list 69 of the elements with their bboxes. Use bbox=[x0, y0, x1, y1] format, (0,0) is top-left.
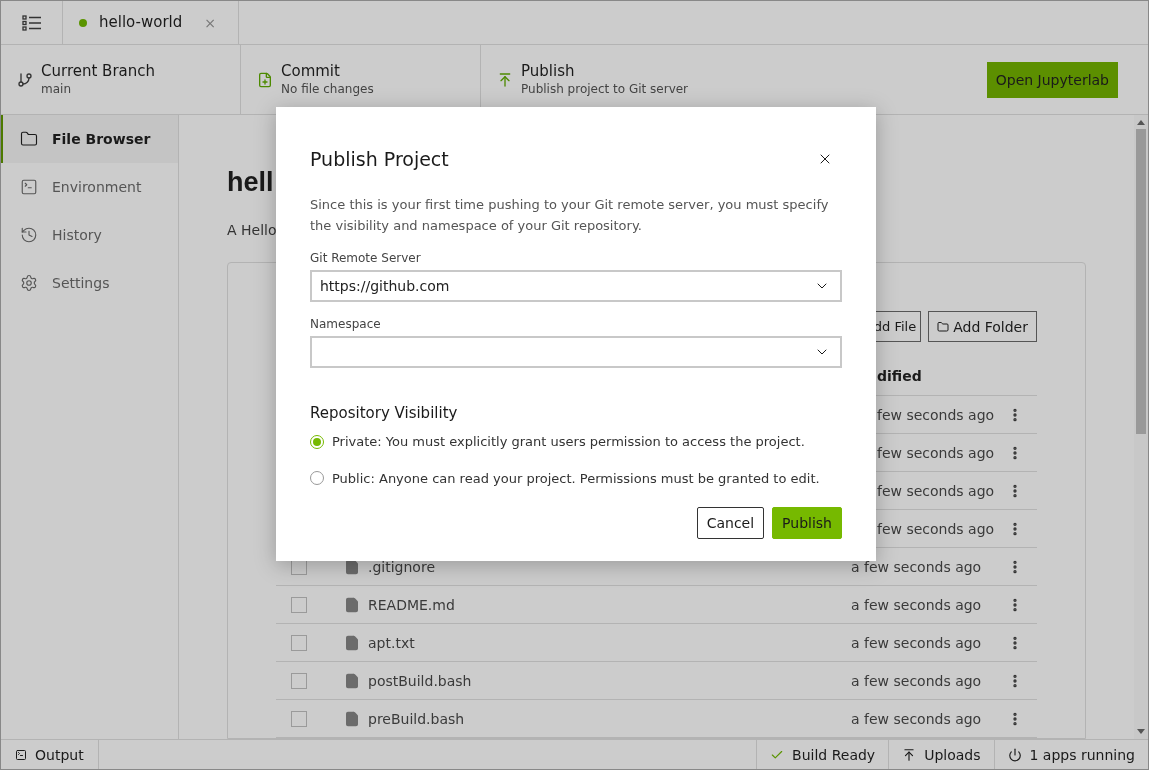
terminal-icon bbox=[15, 748, 27, 761]
status-item[interactable]: 1 apps running bbox=[993, 740, 1148, 769]
checkbox[interactable] bbox=[291, 634, 307, 651]
tab-label: hello-world bbox=[99, 12, 183, 34]
folder-icon bbox=[937, 320, 950, 333]
section-title[interactable]: Current Branch bbox=[41, 62, 156, 81]
upload-icon bbox=[497, 71, 513, 88]
select-field[interactable] bbox=[310, 335, 842, 368]
file-icon bbox=[344, 710, 360, 727]
scroll-up-icon bbox=[1137, 119, 1145, 125]
modified-time: few seconds ago bbox=[877, 406, 995, 423]
file-name[interactable]: apt.txt bbox=[368, 632, 415, 653]
dialog-description: Since this is your first time pushing to your Git remote server, you must specify the visibility and namespace of your Git repository. bbox=[310, 195, 830, 235]
checkbox[interactable] bbox=[291, 710, 307, 727]
list-icon bbox=[21, 14, 42, 31]
section-title[interactable]: Commit bbox=[281, 62, 374, 81]
upload-icon bbox=[902, 747, 917, 762]
section-heading: Repository Visibility bbox=[310, 402, 459, 424]
file-icon bbox=[344, 596, 360, 613]
add-folder-button[interactable]: Add Folder bbox=[928, 311, 1037, 342]
project-title: hell bbox=[227, 166, 274, 199]
sidebar-item[interactable]: Settings bbox=[1, 259, 178, 307]
folder-icon bbox=[20, 130, 38, 148]
sidebar-item[interactable]: File Browser bbox=[1, 115, 178, 163]
scrollbar[interactable] bbox=[1134, 115, 1148, 739]
field-label: Namespace bbox=[310, 315, 382, 332]
column-header: dified bbox=[877, 366, 922, 386]
radio-label: Public: Anyone can read your project. Permissions must be granted to edit. bbox=[332, 469, 820, 488]
modified-time: a few seconds ago bbox=[851, 710, 982, 727]
settings-icon bbox=[20, 274, 38, 292]
modified-time: few seconds ago bbox=[877, 444, 995, 461]
modified-time: a few seconds ago bbox=[851, 596, 982, 613]
file-icon bbox=[344, 634, 360, 651]
modified-time: a few seconds ago bbox=[851, 634, 982, 651]
file-name[interactable]: README.md bbox=[368, 594, 455, 615]
sidebar-item[interactable]: Environment bbox=[1, 163, 178, 211]
power-icon bbox=[1007, 747, 1022, 762]
branch-icon bbox=[17, 71, 33, 88]
select-field[interactable]: https://github.com bbox=[310, 269, 842, 302]
field-label: Git Remote Server bbox=[310, 249, 422, 266]
modified-time: a few seconds ago bbox=[851, 672, 982, 689]
cancel-button[interactable]: Cancel bbox=[696, 507, 765, 539]
scroll-thumb[interactable] bbox=[1136, 129, 1146, 434]
section-subtitle: main bbox=[41, 80, 72, 97]
sidebar-item[interactable]: History bbox=[1, 211, 178, 259]
modified-time: a few seconds ago bbox=[851, 558, 982, 575]
project-description: A Hello bbox=[227, 221, 277, 240]
scroll-down-icon bbox=[1137, 729, 1145, 735]
terminal-icon bbox=[20, 178, 38, 196]
checkbox[interactable] bbox=[291, 672, 307, 689]
output-tab[interactable]: Output bbox=[1, 740, 99, 769]
radio-label: Private: You must explicitly grant users permission to access the project. bbox=[332, 433, 805, 451]
section-subtitle: No file changes bbox=[281, 80, 374, 97]
history-icon bbox=[20, 226, 38, 244]
publish-button[interactable]: Publish bbox=[772, 507, 842, 539]
section-title[interactable]: Publish bbox=[521, 62, 689, 81]
file-plus-icon bbox=[257, 71, 273, 88]
checkbox[interactable] bbox=[291, 596, 307, 613]
open-jupyterlab-button[interactable]: Open Jupyterlab bbox=[986, 61, 1118, 98]
file-name[interactable]: preBuild.bash bbox=[368, 708, 465, 729]
dialog-title: Publish Project bbox=[310, 147, 449, 172]
status-item[interactable]: Build Ready bbox=[756, 740, 889, 769]
modified-time: few seconds ago bbox=[877, 520, 995, 537]
file-name[interactable]: .gitignore bbox=[368, 556, 435, 577]
section-subtitle: Publish project to Git server bbox=[521, 80, 689, 97]
file-icon bbox=[344, 672, 360, 689]
status-item[interactable]: Uploads bbox=[888, 740, 994, 769]
file-name[interactable]: postBuild.bash bbox=[368, 670, 472, 691]
modified-time: few seconds ago bbox=[877, 482, 995, 499]
